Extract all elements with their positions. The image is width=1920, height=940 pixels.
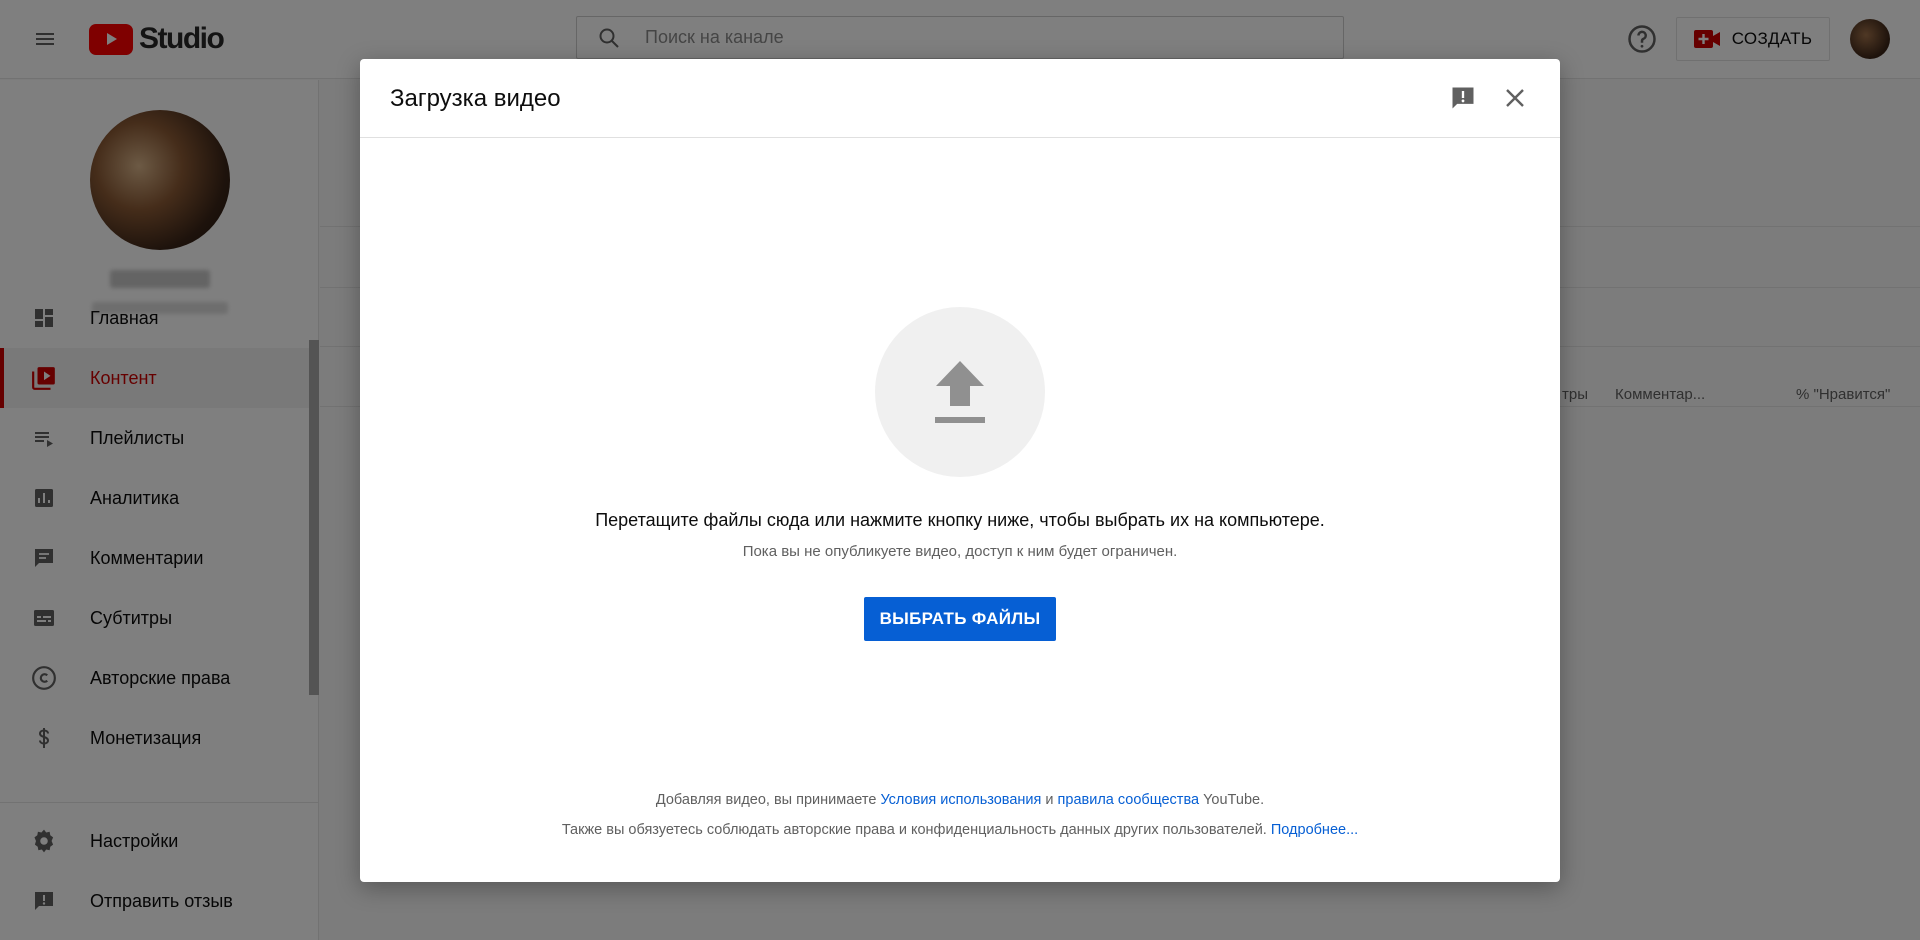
feedback-icon [1452,87,1474,109]
terms-of-service-link[interactable]: Условия использования [880,792,1041,808]
close-button[interactable] [1500,83,1530,113]
select-files-button[interactable]: ВЫБРАТЬ ФАЙЛЫ [864,597,1056,641]
upload-arrow-icon [935,361,985,423]
access-limit-note: Пока вы не опубликуете видео, доступ к н… [742,543,1178,560]
upload-drop-zone[interactable] [875,307,1045,477]
terms-text: YouTube. [1199,792,1265,808]
send-feedback-button[interactable] [1448,83,1478,113]
copyright-text: Также вы обязуетесь соблюдать авторские … [561,822,1271,838]
dialog-title: Загрузка видео [390,85,561,112]
terms-text: и [1041,792,1058,808]
community-guidelines-link[interactable]: правила сообщества [1058,792,1200,808]
drop-instructions: Перетащите файлы сюда или нажмите кнопку… [595,510,1325,530]
dialog-header: Загрузка видео [360,59,1560,138]
learn-more-link[interactable]: Подробнее... [1271,822,1358,838]
terms-text: Добавляя видео, вы принимаете [655,792,881,808]
close-icon [1506,89,1524,107]
copyright-line: Также вы обязуетесь соблюдать авторские … [360,822,1560,838]
upload-dialog: Загрузка видео Перетащите файлы сюда или… [360,59,1560,882]
terms-line: Добавляя видео, вы принимаете Условия ис… [360,792,1560,808]
